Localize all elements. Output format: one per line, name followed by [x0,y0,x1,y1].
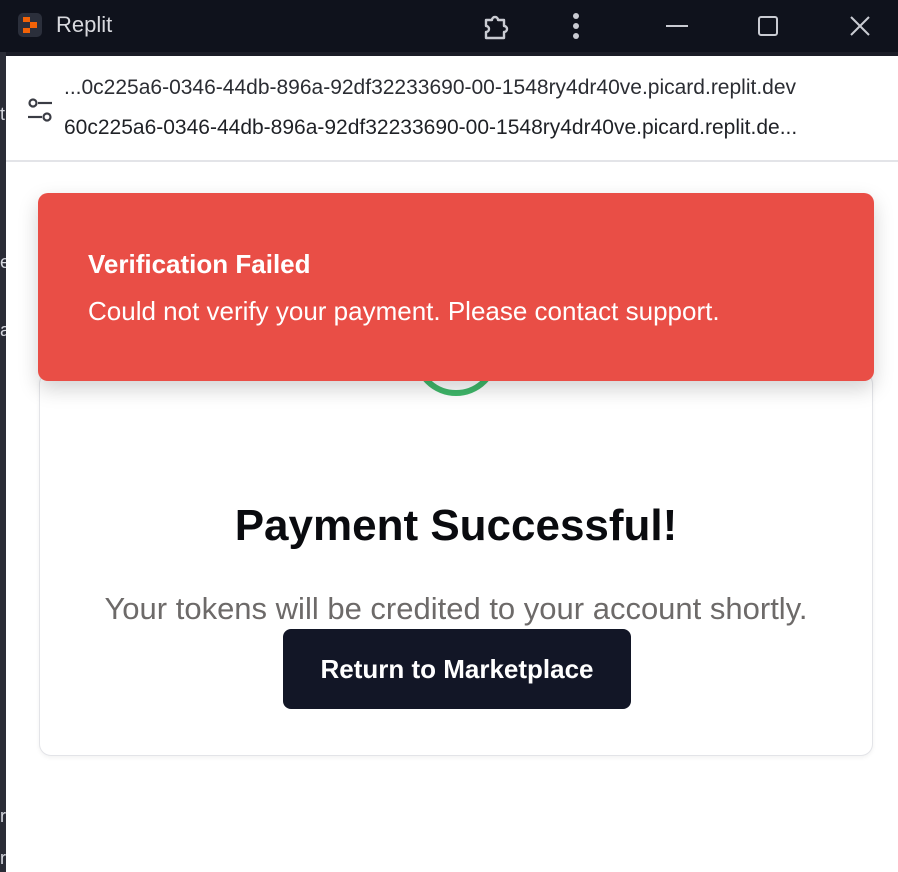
url-bar[interactable]: ...0c225a6-0346-44db-896a-92df32233690-0… [6,56,898,162]
url-text-primary[interactable]: ...0c225a6-0346-44db-896a-92df32233690-0… [64,76,894,100]
return-to-marketplace-button[interactable]: Return to Marketplace [283,629,631,709]
payment-success-card: Payment Successful! Your tokens will be … [39,369,873,756]
success-subtitle: Your tokens will be credited to your acc… [104,591,808,626]
page-title: Payment Successful! [234,501,678,550]
more-vertical-icon[interactable] [556,6,596,46]
webview-window: ...0c225a6-0346-44db-896a-92df32233690-0… [6,56,898,872]
minimize-icon[interactable] [657,6,697,46]
window-titlebar: Replit [0,0,898,52]
extension-icon[interactable] [476,6,516,46]
toast-message: Could not verify your payment. Please co… [88,296,720,326]
toast-title: Verification Failed [88,249,311,279]
app-title: Replit [56,12,113,37]
replit-logo-icon [18,13,42,37]
close-icon[interactable] [840,6,880,46]
url-text-secondary[interactable]: 60c225a6-0346-44db-896a-92df32233690-00-… [64,116,894,140]
maximize-icon[interactable] [748,6,788,46]
error-toast[interactable]: Verification Failed Could not verify you… [38,193,874,381]
site-settings-icon[interactable] [24,94,56,126]
